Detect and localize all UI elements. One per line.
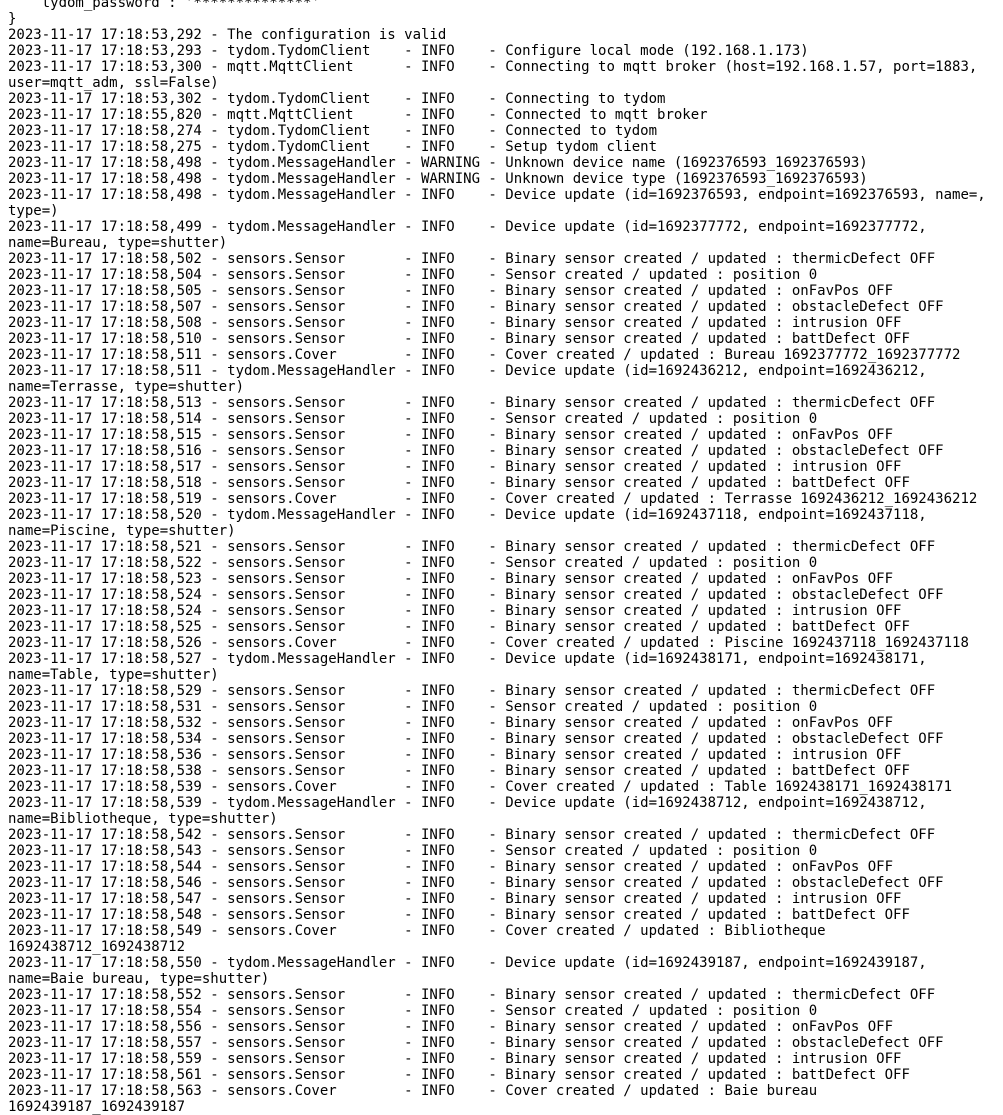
log-line: 1692438712_1692438712 [8,939,186,955]
log-line: 2023-11-17 17:18:58,498 - tydom.MessageH… [8,187,986,203]
log-line: 2023-11-17 17:18:58,516 - sensors.Sensor… [8,443,944,459]
log-line: 2023-11-17 17:18:53,302 - tydom.TydomCli… [8,91,666,107]
log-line: 2023-11-17 17:18:53,293 - tydom.TydomCli… [8,43,809,59]
log-line: 2023-11-17 17:18:58,274 - tydom.TydomCli… [8,123,658,139]
log-line: 2023-11-17 17:18:58,527 - tydom.MessageH… [8,651,927,667]
log-line: 2023-11-17 17:18:58,557 - sensors.Sensor… [8,1035,944,1051]
log-line: 2023-11-17 17:18:58,552 - sensors.Sensor… [8,987,936,1003]
log-line: 2023-11-17 17:18:58,549 - sensors.Cover … [8,923,826,939]
log-line: name=Baie bureau, type=shutter) [8,971,270,987]
log-line: 2023-11-17 17:18:58,508 - sensors.Sensor… [8,315,902,331]
log-line: 2023-11-17 17:18:58,563 - sensors.Cover … [8,1083,818,1099]
log-line: 2023-11-17 17:18:58,539 - sensors.Cover … [8,779,953,795]
log-line: 2023-11-17 17:18:58,526 - sensors.Cover … [8,635,969,651]
log-line: 2023-11-17 17:18:55,820 - mqtt.MqttClien… [8,107,708,123]
log-line: 2023-11-17 17:18:58,498 - tydom.MessageH… [8,155,868,171]
log-line: 2023-11-17 17:18:58,544 - sensors.Sensor… [8,859,894,875]
log-line: 2023-11-17 17:18:58,502 - sensors.Sensor… [8,251,936,267]
log-line: 2023-11-17 17:18:58,529 - sensors.Sensor… [8,683,936,699]
log-line: 2023-11-17 17:18:58,523 - sensors.Sensor… [8,571,894,587]
log-line: } [8,11,17,27]
log-line: 2023-11-17 17:18:58,518 - sensors.Sensor… [8,475,910,491]
log-line: 2023-11-17 17:18:58,536 - sensors.Sensor… [8,747,902,763]
log-line: 2023-11-17 17:18:53,300 - mqtt.MqttClien… [8,59,978,75]
log-line: 2023-11-17 17:18:58,546 - sensors.Sensor… [8,875,944,891]
log-line: 2023-11-17 17:18:58,498 - tydom.MessageH… [8,171,868,187]
log-line: 1692439187_1692439187 [8,1099,186,1115]
log-line: name=Terrasse, type=shutter) [8,379,245,395]
log-line: 2023-11-17 17:18:58,517 - sensors.Sensor… [8,459,902,475]
log-line: 2023-11-17 17:18:58,556 - sensors.Sensor… [8,1019,894,1035]
log-line: 2023-11-17 17:18:58,519 - sensors.Cover … [8,491,978,507]
log-line: name=Bibliotheque, type=shutter) [8,811,278,827]
log-line: 2023-11-17 17:18:58,554 - sensors.Sensor… [8,1003,818,1019]
log-line: name=Bureau, type=shutter) [8,235,228,251]
log-line: 2023-11-17 17:18:58,499 - tydom.MessageH… [8,219,927,235]
log-line: type=) [8,203,59,219]
log-line: 2023-11-17 17:18:58,538 - sensors.Sensor… [8,763,910,779]
log-line: 2023-11-17 17:18:58,531 - sensors.Sensor… [8,699,818,715]
log-line: 2023-11-17 17:18:58,534 - sensors.Sensor… [8,731,944,747]
log-line: 2023-11-17 17:18:58,542 - sensors.Sensor… [8,827,936,843]
log-line: 2023-11-17 17:18:58,514 - sensors.Sensor… [8,411,818,427]
log-line: 2023-11-17 17:18:58,505 - sensors.Sensor… [8,283,894,299]
log-line: 2023-11-17 17:18:58,550 - tydom.MessageH… [8,955,927,971]
log-line: 2023-11-17 17:18:58,507 - sensors.Sensor… [8,299,944,315]
log-line: 2023-11-17 17:18:58,511 - sensors.Cover … [8,347,961,363]
log-line: 2023-11-17 17:18:58,515 - sensors.Sensor… [8,427,894,443]
log-line: 2023-11-17 17:18:58,510 - sensors.Sensor… [8,331,910,347]
log-line: 2023-11-17 17:18:58,513 - sensors.Sensor… [8,395,936,411]
log-line: 2023-11-17 17:18:58,561 - sensors.Sensor… [8,1067,910,1083]
log-line: 2023-11-17 17:18:58,524 - sensors.Sensor… [8,603,902,619]
log-line: 2023-11-17 17:18:58,548 - sensors.Sensor… [8,907,910,923]
log-line: 2023-11-17 17:18:58,275 - tydom.TydomCli… [8,139,658,155]
log-line: tydom_password : '**************' [8,0,320,11]
log-line: 2023-11-17 17:18:58,504 - sensors.Sensor… [8,267,818,283]
log-line: user=mqtt_adm, ssl=False) [8,75,219,91]
log-line: 2023-11-17 17:18:58,511 - tydom.MessageH… [8,363,927,379]
log-line: 2023-11-17 17:18:53,292 - The configurat… [8,27,447,43]
log-line: 2023-11-17 17:18:58,521 - sensors.Sensor… [8,539,936,555]
log-line: 2023-11-17 17:18:58,559 - sensors.Sensor… [8,1051,902,1067]
log-line: name=Table, type=shutter) [8,667,219,683]
log-line: 2023-11-17 17:18:58,543 - sensors.Sensor… [8,843,818,859]
log-line: 2023-11-17 17:18:58,539 - tydom.MessageH… [8,795,927,811]
log-line: 2023-11-17 17:18:58,524 - sensors.Sensor… [8,587,944,603]
log-line: 2023-11-17 17:18:58,532 - sensors.Sensor… [8,715,894,731]
log-line: 2023-11-17 17:18:58,520 - tydom.MessageH… [8,507,927,523]
terminal-output[interactable]: tydom_password : '**************'} 2023-1… [8,0,998,1115]
log-line: name=Piscine, type=shutter) [8,523,236,539]
log-line: 2023-11-17 17:18:58,522 - sensors.Sensor… [8,555,818,571]
log-line: 2023-11-17 17:18:58,547 - sensors.Sensor… [8,891,902,907]
log-line: 2023-11-17 17:18:58,525 - sensors.Sensor… [8,619,910,635]
